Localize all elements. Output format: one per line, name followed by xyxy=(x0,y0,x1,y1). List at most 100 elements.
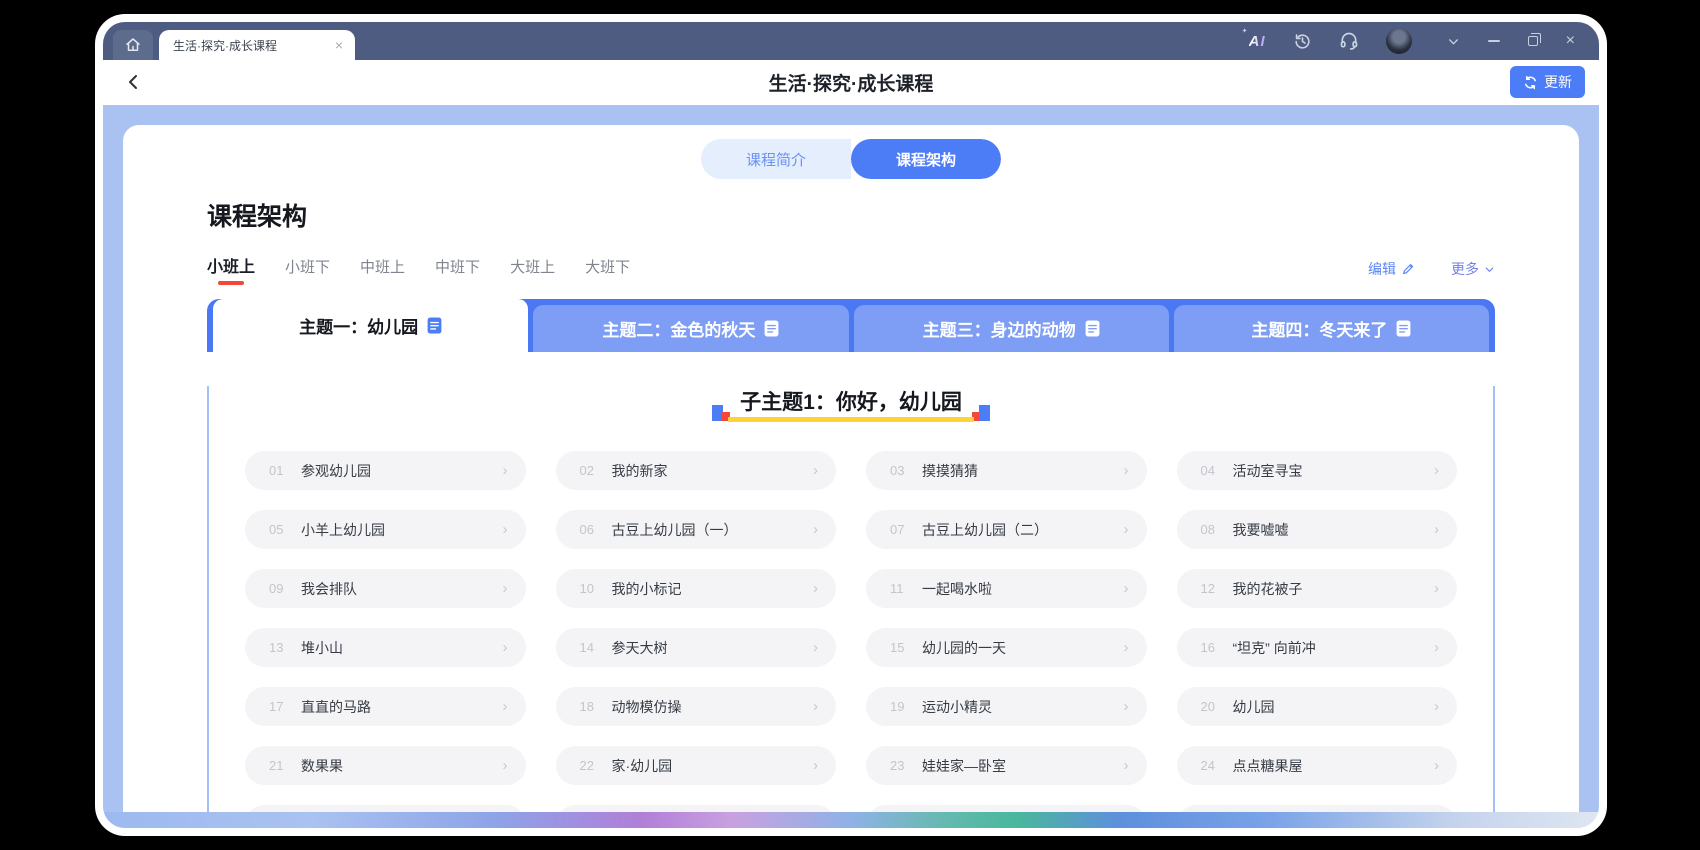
theme-tab[interactable]: 主题二：金色的秋天 xyxy=(533,305,848,352)
theme-tab[interactable]: 主题一：幼儿园 xyxy=(213,299,528,352)
class-tab[interactable]: 大班下 xyxy=(585,256,630,287)
theme-content-panel: 子主题1：你好，幼儿园 01 参观幼儿园 xyxy=(207,386,1495,828)
edit-pencil-icon xyxy=(1401,262,1415,276)
class-tab[interactable]: 小班下 xyxy=(285,256,330,287)
lesson-chevron-icon: › xyxy=(1124,758,1129,773)
lesson-number: 09 xyxy=(269,581,296,596)
lesson-number: 01 xyxy=(269,463,296,478)
lesson-item[interactable]: 10 我的小标记 › xyxy=(556,569,837,608)
lesson-item[interactable]: 09 我会排队 › xyxy=(245,569,526,608)
theme-tab[interactable]: 主题四：冬天来了 xyxy=(1174,305,1489,352)
class-tab[interactable]: 中班上 xyxy=(360,256,405,287)
section-heading: 课程架构 xyxy=(207,197,1495,233)
lesson-item[interactable]: 16 “坦克” 向前冲 › xyxy=(1177,628,1458,667)
tab-close-icon[interactable]: × xyxy=(333,37,345,53)
lesson-chevron-icon: › xyxy=(1124,699,1129,714)
lesson-item[interactable]: 22 家·幼儿园 › xyxy=(556,746,837,785)
lesson-number: 14 xyxy=(580,640,607,655)
lesson-chevron-icon: › xyxy=(503,581,508,596)
lesson-item[interactable]: 08 我要嘘嘘 › xyxy=(1177,510,1458,549)
row-actions: 编辑 更多 xyxy=(1368,259,1495,287)
class-tab[interactable]: 小班上 xyxy=(207,253,255,287)
minimize-icon[interactable] xyxy=(1488,40,1500,42)
lesson-number: 16 xyxy=(1201,640,1228,655)
lesson-chevron-icon: › xyxy=(813,758,818,773)
window-controls: × xyxy=(1447,33,1575,49)
subtopic-header: 子主题1：你好，幼儿园 xyxy=(245,386,1457,425)
lesson-chevron-icon: › xyxy=(1124,581,1129,596)
lesson-item[interactable]: 04 活动室寻宝 › xyxy=(1177,451,1458,490)
class-tabs: 小班上 小班下 中班上 中班下 大班上 大班下 xyxy=(207,253,630,287)
lesson-item[interactable]: 24 点点糖果屋 › xyxy=(1177,746,1458,785)
user-avatar[interactable] xyxy=(1386,28,1412,54)
lesson-number: 23 xyxy=(890,758,917,773)
back-button[interactable] xyxy=(125,72,141,97)
class-tab[interactable]: 大班上 xyxy=(510,256,555,287)
home-button[interactable] xyxy=(113,30,153,60)
course-browser-tab[interactable]: 生活·探究·成长课程 × xyxy=(159,30,355,60)
lesson-item[interactable]: 13 堆小山 › xyxy=(245,628,526,667)
lesson-chevron-icon: › xyxy=(1124,522,1129,537)
lesson-chevron-icon: › xyxy=(813,463,818,478)
lesson-chevron-icon: › xyxy=(503,522,508,537)
edit-link-label: 编辑 xyxy=(1368,259,1396,279)
refresh-icon xyxy=(1523,75,1538,90)
lesson-number: 10 xyxy=(580,581,607,596)
lesson-item[interactable]: 01 参观幼儿园 › xyxy=(245,451,526,490)
more-link[interactable]: 更多 xyxy=(1451,259,1495,279)
class-tab[interactable]: 中班下 xyxy=(435,256,480,287)
window-titlebar: 生活·探究·成长课程 × AI xyxy=(103,22,1599,60)
lesson-title: 点点糖果屋 xyxy=(1233,756,1435,776)
lesson-item[interactable]: 02 我的新家 › xyxy=(556,451,837,490)
lesson-item[interactable]: 23 娃娃家—卧室 › xyxy=(866,746,1147,785)
restore-icon[interactable] xyxy=(1528,36,1538,46)
lesson-item[interactable]: 07 古豆上幼儿园（二） › xyxy=(866,510,1147,549)
update-button-label: 更新 xyxy=(1544,72,1572,92)
ai-assistant-icon[interactable]: AI xyxy=(1249,33,1266,50)
class-tab-row: 小班上 小班下 中班上 中班下 大班上 大班下 xyxy=(207,253,1495,287)
document-icon xyxy=(1396,320,1411,337)
lesson-item[interactable]: 11 一起喝水啦 › xyxy=(866,569,1147,608)
view-tab[interactable]: 课程架构 xyxy=(851,139,1001,179)
lesson-number: 22 xyxy=(580,758,607,773)
lesson-grid: 01 参观幼儿园 › 02 我的新家 › xyxy=(245,451,1457,828)
lesson-chevron-icon: › xyxy=(1434,758,1439,773)
view-tab[interactable]: 课程简介 xyxy=(701,139,851,179)
lesson-item[interactable]: 21 数果果 › xyxy=(245,746,526,785)
lesson-title: 我的花被子 xyxy=(1233,579,1435,599)
lesson-item[interactable]: 19 运动小精灵 › xyxy=(866,687,1147,726)
lesson-item[interactable]: 17 直直的马路 › xyxy=(245,687,526,726)
home-icon xyxy=(124,36,142,54)
lesson-number: 20 xyxy=(1201,699,1228,714)
theme-tab-label: 主题四：冬天来了 xyxy=(1251,316,1387,341)
lesson-item[interactable]: 03 摸摸猜猜 › xyxy=(866,451,1147,490)
lesson-number: 08 xyxy=(1201,522,1228,537)
theme-tab-label: 主题二：金色的秋天 xyxy=(602,316,755,341)
chevron-down-icon xyxy=(1484,264,1495,275)
support-headset-icon[interactable] xyxy=(1339,31,1359,51)
lesson-item[interactable]: 20 幼儿园 › xyxy=(1177,687,1458,726)
lesson-item[interactable]: 06 古豆上幼儿园（一） › xyxy=(556,510,837,549)
lesson-title: 幼儿园 xyxy=(1233,697,1435,717)
lesson-item[interactable]: 18 动物模仿操 › xyxy=(556,687,837,726)
lesson-number: 13 xyxy=(269,640,296,655)
lesson-item[interactable]: 15 幼儿园的一天 › xyxy=(866,628,1147,667)
lesson-number: 04 xyxy=(1201,463,1228,478)
lesson-item[interactable]: 14 参天大树 › xyxy=(556,628,837,667)
lesson-item[interactable]: 12 我的花被子 › xyxy=(1177,569,1458,608)
lesson-number: 17 xyxy=(269,699,296,714)
lesson-chevron-icon: › xyxy=(1434,699,1439,714)
close-icon[interactable]: × xyxy=(1566,33,1575,49)
course-tab-title: 生活·探究·成长课程 xyxy=(173,37,333,54)
lesson-title: 幼儿园的一天 xyxy=(922,638,1124,658)
lesson-title: 我要嘘嘘 xyxy=(1233,520,1435,540)
menu-chevron-down-icon[interactable] xyxy=(1447,35,1460,48)
history-icon[interactable] xyxy=(1293,32,1312,51)
document-icon xyxy=(764,320,779,337)
edit-link[interactable]: 编辑 xyxy=(1368,259,1415,279)
lesson-item[interactable]: 05 小羊上幼儿园 › xyxy=(245,510,526,549)
theme-tab[interactable]: 主题三：身边的动物 xyxy=(854,305,1169,352)
update-button[interactable]: 更新 xyxy=(1510,66,1585,98)
lesson-title: 参观幼儿园 xyxy=(301,461,503,481)
content-card: 课程简介 课程架构 课程架构 小班上 小班下 xyxy=(123,125,1579,828)
